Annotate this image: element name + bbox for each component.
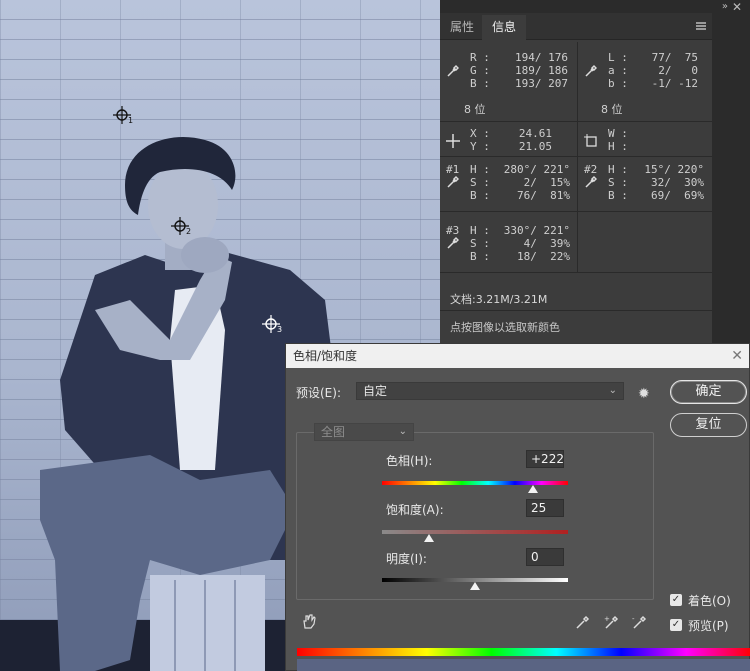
sample-2-labels: H : S : B : xyxy=(608,163,628,202)
status-hint: 点按图像以选取新颜色 xyxy=(450,321,560,334)
hue-label: 色相(H): xyxy=(386,454,433,468)
eyedropper-icon[interactable] xyxy=(575,614,591,630)
saturation-input[interactable]: 25 xyxy=(526,499,564,517)
bit-depth-left: 8 位 xyxy=(464,103,486,116)
preview-label: 预览(P) xyxy=(688,619,729,633)
eyedropper-icon xyxy=(447,64,459,77)
crosshair-icon xyxy=(446,134,460,148)
chevron-down-icon: ⌄ xyxy=(398,426,407,437)
xy-values: 24.61 21.05 xyxy=(518,127,552,153)
ok-button[interactable]: 确定 xyxy=(670,380,747,404)
rgb-values: 194/ 176 189/ 186 193/ 207 xyxy=(515,51,568,90)
xy-labels: X : Y : xyxy=(470,127,490,153)
sample-3-labels: H : S : B : xyxy=(470,224,490,263)
chevron-down-icon: ⌄ xyxy=(608,385,617,396)
colorize-checkbox[interactable]: ✓ xyxy=(670,594,682,606)
tab-properties[interactable]: 属性 xyxy=(440,15,484,40)
dialog-title: 色相/饱和度 xyxy=(293,349,358,363)
svg-text:-: - xyxy=(632,615,635,623)
preview-checkbox[interactable]: ✓ xyxy=(670,619,682,631)
saturation-slider-track[interactable] xyxy=(382,530,568,534)
close-icon[interactable]: ✕ xyxy=(731,344,743,368)
eyedropper-plus-icon[interactable]: + xyxy=(604,614,620,630)
sampler-number: 2 xyxy=(186,227,192,236)
adjustment-group xyxy=(296,432,654,600)
rgb-labels: R : G : B : xyxy=(470,51,490,90)
panel-menu-icon[interactable] xyxy=(696,22,706,30)
info-panel: 属性 信息 R : G : B : 194/ 176 189/ 186 193/… xyxy=(440,0,712,345)
eyedropper-icon xyxy=(447,236,459,249)
gear-icon[interactable]: ✹ xyxy=(638,386,654,402)
document-size: 文档:3.21M/3.21M xyxy=(450,293,548,306)
eyedropper-minus-icon[interactable]: - xyxy=(632,614,648,630)
wh-labels: W : H : xyxy=(608,127,628,153)
panel-topbar xyxy=(440,0,712,13)
selection-size-icon xyxy=(584,134,597,147)
sample-2-values: 15°/ 220° 32/ 30% 69/ 69% xyxy=(644,163,704,202)
stool xyxy=(150,575,265,671)
collapse-panel-icon[interactable]: » xyxy=(722,1,728,12)
channel-select[interactable]: 全图 ⌄ xyxy=(314,423,414,441)
targeted-adjustment-hand-icon[interactable] xyxy=(300,612,318,630)
result-color-bar xyxy=(297,659,750,671)
panel-tabs: 属性 信息 xyxy=(440,13,712,40)
source-color-bar xyxy=(297,648,750,656)
sample-1-values: 280°/ 221° 2/ 15% 76/ 81% xyxy=(503,163,570,202)
bit-depth-right: 8 位 xyxy=(601,103,623,116)
lightness-input[interactable]: 0 xyxy=(526,548,564,566)
reset-button[interactable]: 复位 xyxy=(670,413,747,437)
panel-window-chrome: » ✕ xyxy=(712,0,750,345)
eyedropper-icon xyxy=(585,175,597,188)
sample-1-labels: H : S : B : xyxy=(470,163,490,202)
colorize-label: 着色(O) xyxy=(688,594,731,608)
sampler-number: 1 xyxy=(128,116,134,125)
hue-slider-thumb[interactable] xyxy=(527,485,538,493)
hue-input[interactable]: +222 xyxy=(526,450,564,468)
tab-info[interactable]: 信息 xyxy=(482,15,527,40)
preset-select[interactable]: 自定 ⌄ xyxy=(356,382,624,400)
hue-slider-track[interactable] xyxy=(382,481,568,485)
lab-values: 77/ 75 2/ 0 -1/ -12 xyxy=(651,51,698,90)
svg-text:+: + xyxy=(604,615,610,623)
close-panel-icon[interactable]: ✕ xyxy=(732,0,742,14)
hue-saturation-dialog: 色相/饱和度 ✕ 预设(E): 自定 ⌄ ✹ 确定 复位 全图 ⌄ 色相(H):… xyxy=(285,343,750,671)
lightness-slider-thumb[interactable] xyxy=(470,582,480,590)
preset-label: 预设(E): xyxy=(296,386,341,400)
lightness-label: 明度(I): xyxy=(386,552,427,566)
sample-3-values: 330°/ 221° 4/ 39% 18/ 22% xyxy=(503,224,570,263)
eyedropper-icon xyxy=(447,175,459,188)
saturation-label: 饱和度(A): xyxy=(386,503,444,517)
eyedropper-icon xyxy=(585,64,597,77)
lab-labels: L : a : b : xyxy=(608,51,628,90)
dialog-titlebar: 色相/饱和度 ✕ xyxy=(286,344,749,368)
sampler-number: 3 xyxy=(277,325,283,334)
saturation-slider-thumb[interactable] xyxy=(423,534,434,542)
